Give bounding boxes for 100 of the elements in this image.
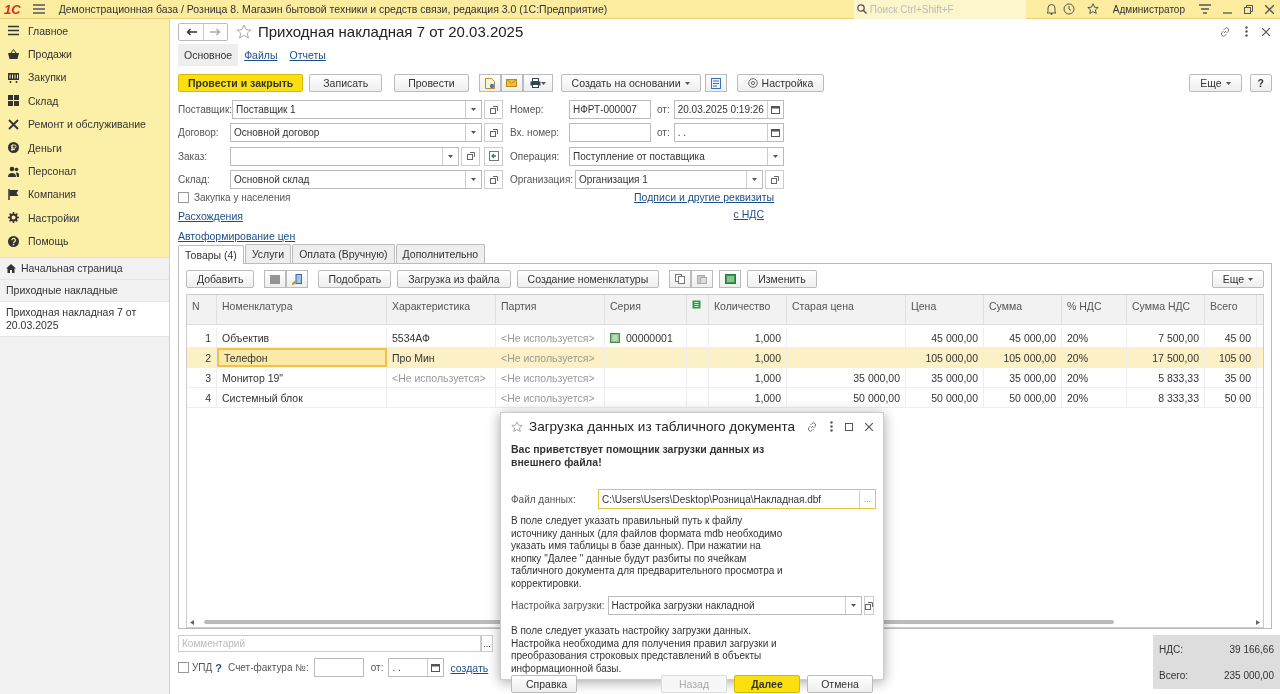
add-button[interactable]: Добавить bbox=[186, 270, 255, 289]
close-icon[interactable] bbox=[865, 422, 873, 431]
column-header[interactable]: Партия bbox=[496, 295, 605, 325]
sidebar-item[interactable]: Склад bbox=[0, 89, 169, 113]
date-field[interactable]: . . bbox=[673, 123, 784, 143]
sidebar-item[interactable]: Персонал bbox=[0, 159, 169, 183]
close-icon[interactable] bbox=[1262, 27, 1270, 36]
open-button[interactable] bbox=[863, 596, 874, 615]
post-and-close-button[interactable]: Провести и закрыть bbox=[178, 74, 304, 92]
column-header[interactable]: Характеристика bbox=[387, 295, 496, 325]
document-button[interactable] bbox=[478, 74, 501, 92]
sidebar-item[interactable]: Ремонт и обслуживание bbox=[0, 112, 169, 136]
link[interactable]: Подписи и другие реквизиты bbox=[634, 191, 774, 204]
ellipsis-button[interactable]: ... bbox=[481, 635, 493, 653]
open-window-item[interactable]: Приходная накладная 7 от 20.03.2025 bbox=[0, 302, 169, 337]
create-link[interactable]: создать bbox=[450, 661, 489, 674]
dialog-button[interactable]: Отмена bbox=[807, 675, 873, 693]
sidebar-item[interactable]: Деньги bbox=[0, 135, 169, 160]
column-header[interactable]: Старая цена bbox=[787, 295, 906, 325]
ellipsis-button[interactable]: ... bbox=[859, 490, 875, 508]
file-path-field[interactable]: C:\Users\Users\Desktop\Розница\Накладная.dbf ... bbox=[598, 489, 876, 509]
menu-icon[interactable] bbox=[32, 4, 45, 14]
search-field[interactable]: Поиск Ctrl+Shift+F bbox=[853, 0, 1026, 19]
open-button[interactable] bbox=[461, 146, 480, 166]
nav-tab[interactable]: Отчеты bbox=[283, 44, 332, 66]
bell-icon[interactable] bbox=[1045, 3, 1057, 15]
sidebar-item[interactable]: Главное bbox=[0, 19, 169, 43]
input-field[interactable] bbox=[569, 123, 651, 143]
select-field[interactable]: Основной склад bbox=[230, 170, 482, 190]
spreadsheet-button[interactable] bbox=[719, 270, 742, 289]
email-button[interactable] bbox=[500, 74, 523, 92]
sidebar-item[interactable]: Компания bbox=[0, 182, 169, 207]
select-field[interactable]: Организация 1 bbox=[575, 170, 763, 190]
link-icon[interactable] bbox=[1219, 25, 1231, 38]
input-field[interactable]: НФРТ-000007 bbox=[569, 100, 651, 120]
table-row[interactable]: 2 Телефон Про Мин <Не используется> 1,000 105 000,00 105 000,00 20% 17 500,00 105 00 bbox=[187, 348, 1263, 369]
tab[interactable]: Оплата (Вручную) bbox=[292, 244, 395, 264]
column-header[interactable]: Количество bbox=[709, 295, 787, 325]
column-header[interactable]: Серия bbox=[605, 295, 687, 325]
date-field[interactable]: . . bbox=[388, 658, 445, 678]
date-field[interactable]: 20.03.2025 0:19:26 bbox=[673, 100, 784, 120]
sidebar-item[interactable]: Продажи bbox=[0, 42, 169, 66]
create-items-button[interactable]: Создание номенклатуры bbox=[516, 270, 660, 289]
column-header[interactable]: % НДС bbox=[1062, 295, 1127, 325]
checkbox[interactable] bbox=[178, 662, 189, 674]
help-link[interactable]: ? bbox=[215, 661, 223, 674]
sidebar-item[interactable]: Закупки bbox=[0, 65, 169, 90]
more-button[interactable]: Еще bbox=[1211, 270, 1264, 289]
column-header[interactable]: N bbox=[187, 295, 217, 325]
column-header[interactable]: Номенклатура bbox=[217, 295, 387, 325]
toolbar-button[interactable]: Провести bbox=[394, 74, 469, 92]
comment-field[interactable]: Комментарий bbox=[178, 635, 481, 653]
select-field[interactable]: Поступление от поставщика bbox=[569, 146, 784, 166]
more-icon[interactable] bbox=[830, 421, 833, 432]
paste-button[interactable] bbox=[691, 270, 714, 289]
more-icon[interactable] bbox=[1245, 26, 1248, 37]
sidebar-item[interactable]: Помощь bbox=[0, 229, 169, 253]
column-header[interactable]: Сумма bbox=[984, 295, 1062, 325]
input-field[interactable] bbox=[313, 658, 364, 678]
open-button[interactable] bbox=[484, 170, 503, 190]
link[interactable]: с НДС bbox=[733, 208, 764, 221]
column-header[interactable]: Цена bbox=[906, 295, 984, 325]
calendar-button[interactable] bbox=[767, 101, 783, 119]
pick-button[interactable]: Подобрать bbox=[318, 270, 392, 289]
tab[interactable]: Товары (4) bbox=[178, 245, 244, 265]
open-button[interactable] bbox=[765, 170, 784, 190]
column-header[interactable]: Всего bbox=[1205, 295, 1257, 325]
more-button[interactable]: Еще bbox=[1189, 74, 1242, 92]
restore-icon[interactable] bbox=[1244, 4, 1253, 14]
print-button[interactable] bbox=[522, 74, 553, 92]
structure-button[interactable] bbox=[704, 74, 727, 92]
edit-button[interactable]: Изменить bbox=[747, 270, 817, 289]
maximize-icon[interactable] bbox=[845, 422, 853, 431]
open-button[interactable] bbox=[484, 100, 503, 120]
tab[interactable]: Дополнительно bbox=[395, 244, 486, 264]
dialog-button[interactable]: Далее bbox=[734, 675, 800, 693]
column-header[interactable]: Сумма НДС bbox=[1127, 295, 1205, 325]
table-row[interactable]: 3 Монитор 19" <Не используется> <Не используется> 1,000 35 000,00 35 000,00 35 000,00 20% 5 833,33 35 00 bbox=[187, 368, 1263, 389]
open-window-item[interactable]: Начальная страница bbox=[0, 258, 169, 280]
select-field[interactable]: Настройка загрузки накладной bbox=[607, 596, 862, 615]
history-icon[interactable] bbox=[1062, 3, 1075, 15]
help-button[interactable]: Справка bbox=[511, 675, 577, 693]
scanner-button[interactable] bbox=[286, 270, 309, 289]
select-field[interactable] bbox=[230, 146, 459, 166]
toolbar-button[interactable]: Записать bbox=[309, 74, 383, 92]
sidebar-item[interactable]: Настройки bbox=[0, 206, 169, 230]
checkbox[interactable] bbox=[178, 191, 189, 203]
load-from-file-button[interactable]: Загрузка из файла bbox=[397, 270, 511, 289]
fill-button[interactable] bbox=[484, 146, 503, 166]
link-icon[interactable] bbox=[806, 420, 818, 433]
copy-button[interactable] bbox=[669, 270, 692, 289]
select-field[interactable]: Основной договор bbox=[230, 123, 482, 143]
link[interactable]: Автоформирование цен bbox=[178, 230, 296, 243]
help-button[interactable]: ? bbox=[1249, 74, 1272, 92]
link[interactable]: Расхождения bbox=[178, 210, 296, 223]
table-row[interactable]: 4 Системный блок <Не используется> 1,000 50 000,00 50 000,00 50 000,00 20% 8 333,33 50 00 bbox=[187, 388, 1263, 409]
close-icon[interactable] bbox=[1265, 4, 1274, 14]
star-icon[interactable] bbox=[236, 23, 252, 40]
tab[interactable]: Услуги bbox=[244, 244, 292, 264]
calendar-button[interactable] bbox=[767, 124, 783, 142]
